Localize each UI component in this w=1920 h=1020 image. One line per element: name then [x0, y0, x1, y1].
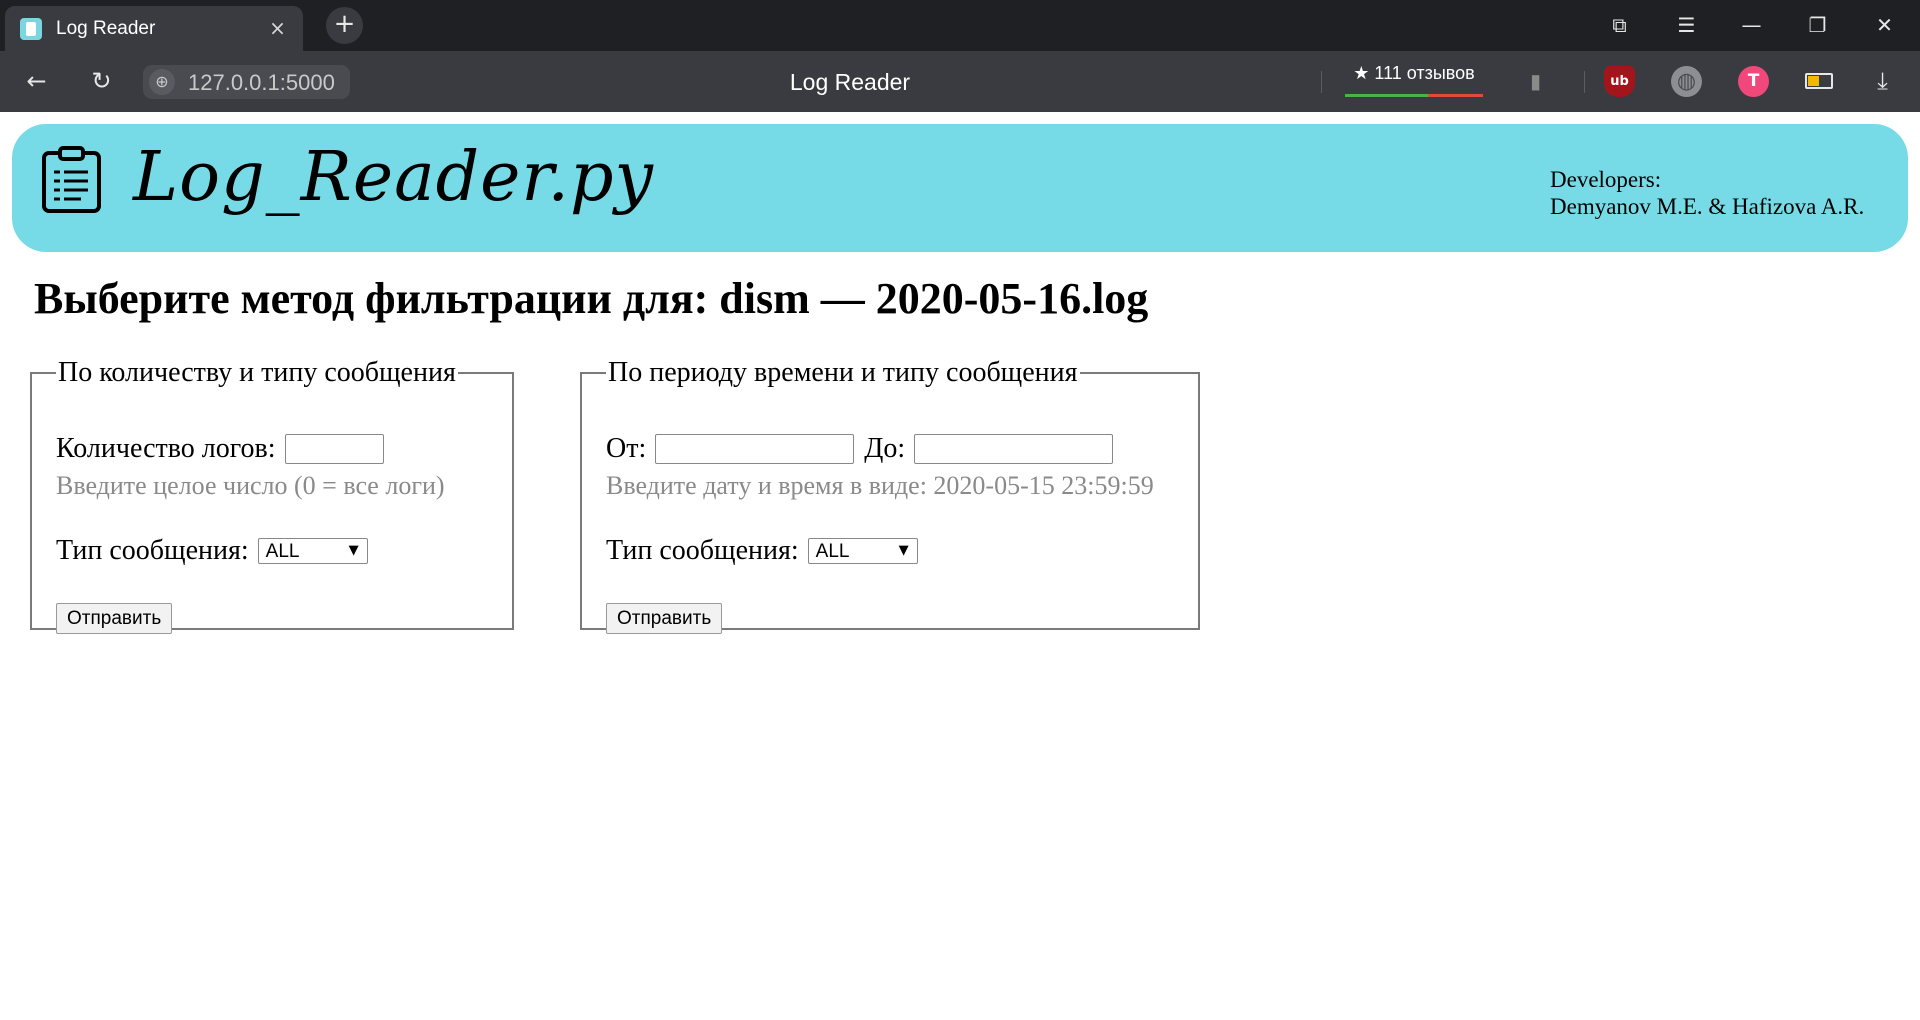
restore-icon[interactable]: ❐ [1799, 7, 1836, 44]
log-count-hint: Введите целое число (0 = все логи) [56, 471, 445, 500]
browser-tab-bar: Log Reader × + ⧉ ☰ — ❐ ✕ [0, 0, 1920, 51]
collections-icon[interactable]: ⧉ [1601, 7, 1638, 44]
browser-address-bar: ← ↻ ⊕ 127.0.0.1:5000 Log Reader ★ 111 от… [0, 51, 1920, 112]
reviews-badge[interactable]: ★ 111 отзывов [1345, 63, 1483, 97]
dropdown-arrow-icon: ▼ [898, 543, 909, 558]
date-from-input[interactable] [655, 434, 855, 464]
message-type-label: Тип сообщения: [56, 535, 249, 566]
date-to-label: До: [864, 433, 906, 464]
count-submit-button[interactable]: Отправить [56, 603, 173, 634]
bookmark-icon[interactable]: ▮ [1520, 66, 1551, 97]
message-type-label: Тип сообщения: [606, 535, 799, 566]
date-to-input[interactable] [914, 434, 1114, 464]
count-filter-form: По количеству и типу сообщения Количеств… [30, 357, 514, 634]
message-type-select[interactable]: ALL ▼ [257, 538, 368, 564]
minimize-icon[interactable]: — [1733, 7, 1770, 44]
reviews-label: ★ 111 отзывов [1353, 63, 1475, 83]
translate-icon[interactable]: T [1738, 66, 1769, 97]
date-from-label: От: [606, 433, 647, 464]
message-type-select[interactable]: ALL ▼ [807, 538, 918, 564]
battery-saver-icon[interactable] [1803, 66, 1834, 97]
menu-icon[interactable]: ☰ [1668, 7, 1705, 44]
period-filter-form: По периоду времени и типу сообщения От: … [580, 357, 1200, 634]
download-icon[interactable]: ⤓ [1867, 66, 1898, 97]
date-format-hint: Введите дату и время в виде: 2020-05-15 … [606, 471, 1154, 500]
dropdown-arrow-icon: ▼ [348, 543, 359, 558]
developers-credit: Developers: Demyanov M.E. & Hafizova A.R… [1550, 166, 1864, 220]
developers-names: Demyanov M.E. & Hafizova A.R. [1550, 194, 1865, 219]
period-form-legend: По периоду времени и типу сообщения [608, 357, 1078, 388]
developers-label: Developers: [1550, 167, 1662, 192]
log-count-input[interactable] [284, 434, 384, 464]
log-count-label: Количество логов: [56, 433, 276, 464]
notebook-icon [20, 18, 42, 40]
site-logo-text: Log_Reader.py [133, 138, 654, 217]
new-tab-button[interactable]: + [326, 7, 363, 44]
browser-tab[interactable]: Log Reader × [5, 6, 303, 51]
ublock-shield-icon[interactable]: ub [1604, 66, 1635, 97]
toolbar-divider [1321, 71, 1322, 93]
message-type-value: ALL [815, 541, 850, 562]
period-submit-button[interactable]: Отправить [606, 603, 723, 634]
site-header: Log_Reader.py Developers: Demyanov M.E. … [12, 124, 1908, 252]
close-tab-icon[interactable]: × [264, 15, 291, 42]
tab-title: Log Reader [56, 18, 156, 39]
count-form-legend: По количеству и типу сообщения [58, 357, 456, 388]
vpn-globe-icon[interactable]: ◍ [1671, 66, 1702, 97]
close-window-icon[interactable]: ✕ [1866, 7, 1903, 44]
page-heading: Выберите метод фильтрации для: dism — 20… [34, 274, 1149, 323]
clipboard-icon [42, 146, 101, 213]
reviews-rating-bar [1345, 94, 1483, 97]
toolbar-divider [1584, 71, 1585, 93]
message-type-value: ALL [265, 541, 300, 562]
